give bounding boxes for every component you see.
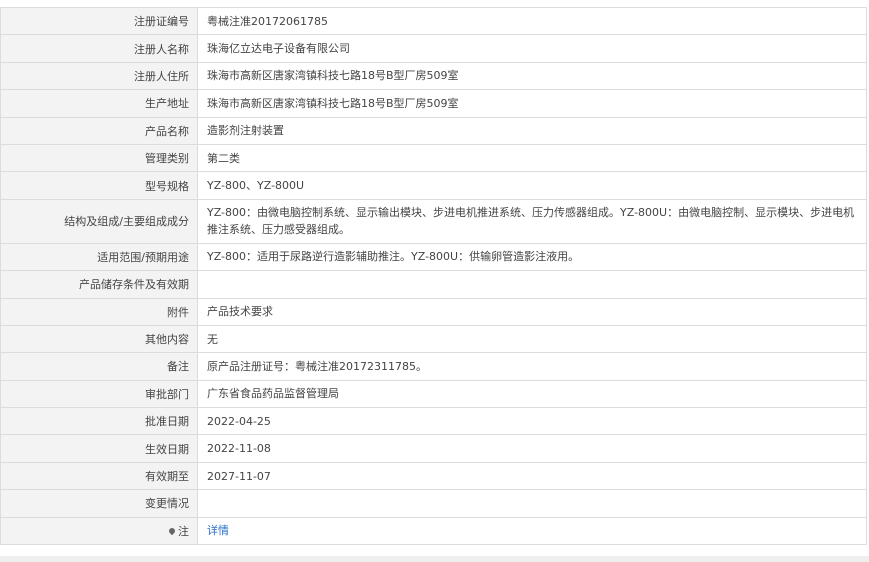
field-label: 适用范围/预期用途	[0, 242, 198, 272]
field-value: 第二类	[197, 143, 867, 173]
note-label-cell: 注	[0, 516, 198, 546]
table-row: 型号规格 YZ-800、YZ-800U	[0, 171, 867, 200]
field-label: 批准日期	[0, 407, 198, 436]
table-row: 生效日期 2022-11-08	[0, 434, 867, 463]
field-value: 珠海市高新区唐家湾镇科技七路18号B型厂房509室	[197, 61, 867, 91]
note-value-cell: 详情	[197, 516, 867, 546]
registration-detail-panel: 注册证编号 粤械注准20172061785 注册人名称 珠海亿立达电子设备有限公…	[0, 6, 867, 546]
field-label: 注册人住所	[0, 61, 198, 91]
table-row: 注册证编号 粤械注准20172061785	[0, 6, 867, 36]
registration-table: 注册证编号 粤械注准20172061785 注册人名称 珠海亿立达电子设备有限公…	[0, 6, 867, 546]
table-row: 批准日期 2022-04-25	[0, 407, 867, 436]
table-row: 有效期至 2027-11-07	[0, 461, 867, 491]
field-value: 无	[197, 324, 867, 354]
field-label: 管理类别	[0, 143, 198, 173]
note-row: 注 详情	[0, 516, 867, 546]
location-pin-icon	[167, 526, 177, 536]
table-row: 附件 产品技术要求	[0, 297, 867, 326]
table-row: 其他内容 无	[0, 324, 867, 354]
field-value: 珠海亿立达电子设备有限公司	[197, 34, 867, 63]
field-label: 备注	[0, 352, 198, 381]
field-value: YZ-800、YZ-800U	[197, 171, 867, 200]
table-row: 审批部门 广东省食品药品监督管理局	[0, 379, 867, 409]
field-value: 珠海市高新区唐家湾镇科技七路18号B型厂房509室	[197, 89, 867, 118]
table-row: 产品储存条件及有效期	[0, 270, 867, 299]
field-value: 原产品注册证号：粤械注准20172311785。	[197, 352, 867, 381]
field-value: 2022-11-08	[197, 434, 867, 463]
field-value: 粤械注准20172061785	[197, 6, 867, 36]
field-value: 2022-04-25	[197, 407, 867, 436]
field-value	[197, 270, 867, 299]
table-row: 适用范围/预期用途 YZ-800：适用于尿路逆行造影辅助推注。YZ-800U：供…	[0, 242, 867, 272]
field-label: 附件	[0, 297, 198, 326]
field-value: 广东省食品药品监督管理局	[197, 379, 867, 409]
field-label: 结构及组成/主要组成成分	[0, 198, 198, 244]
table-row: 结构及组成/主要组成成分 YZ-800：由微电脑控制系统、显示输出模块、步进电机…	[0, 198, 867, 244]
note-label: 注	[178, 524, 189, 538]
table-row: 变更情况	[0, 489, 867, 518]
table-row: 生产地址 珠海市高新区唐家湾镇科技七路18号B型厂房509室	[0, 89, 867, 118]
details-link[interactable]: 详情	[207, 524, 229, 537]
table-row: 产品名称 造影剂注射装置	[0, 116, 867, 145]
field-label: 变更情况	[0, 489, 198, 518]
field-label: 生效日期	[0, 434, 198, 463]
table-row: 注册人住所 珠海市高新区唐家湾镇科技七路18号B型厂房509室	[0, 61, 867, 91]
field-value: YZ-800：由微电脑控制系统、显示输出模块、步进电机推进系统、压力传感器组成。…	[197, 198, 867, 244]
field-value	[197, 489, 867, 518]
field-value: 造影剂注射装置	[197, 116, 867, 145]
table-row: 注册人名称 珠海亿立达电子设备有限公司	[0, 34, 867, 63]
field-label: 注册人名称	[0, 34, 198, 63]
field-label: 有效期至	[0, 461, 198, 491]
field-label: 审批部门	[0, 379, 198, 409]
field-value: 2027-11-07	[197, 461, 867, 491]
field-label: 产品储存条件及有效期	[0, 270, 198, 299]
field-value: 产品技术要求	[197, 297, 867, 326]
field-label: 其他内容	[0, 324, 198, 354]
table-row: 备注 原产品注册证号：粤械注准20172311785。	[0, 352, 867, 381]
field-label: 型号规格	[0, 171, 198, 200]
bottom-scroll-area	[0, 556, 869, 562]
field-label: 注册证编号	[0, 6, 198, 36]
table-row: 管理类别 第二类	[0, 143, 867, 173]
field-value: YZ-800：适用于尿路逆行造影辅助推注。YZ-800U：供输卵管造影注液用。	[197, 242, 867, 272]
field-label: 产品名称	[0, 116, 198, 145]
field-label: 生产地址	[0, 89, 198, 118]
